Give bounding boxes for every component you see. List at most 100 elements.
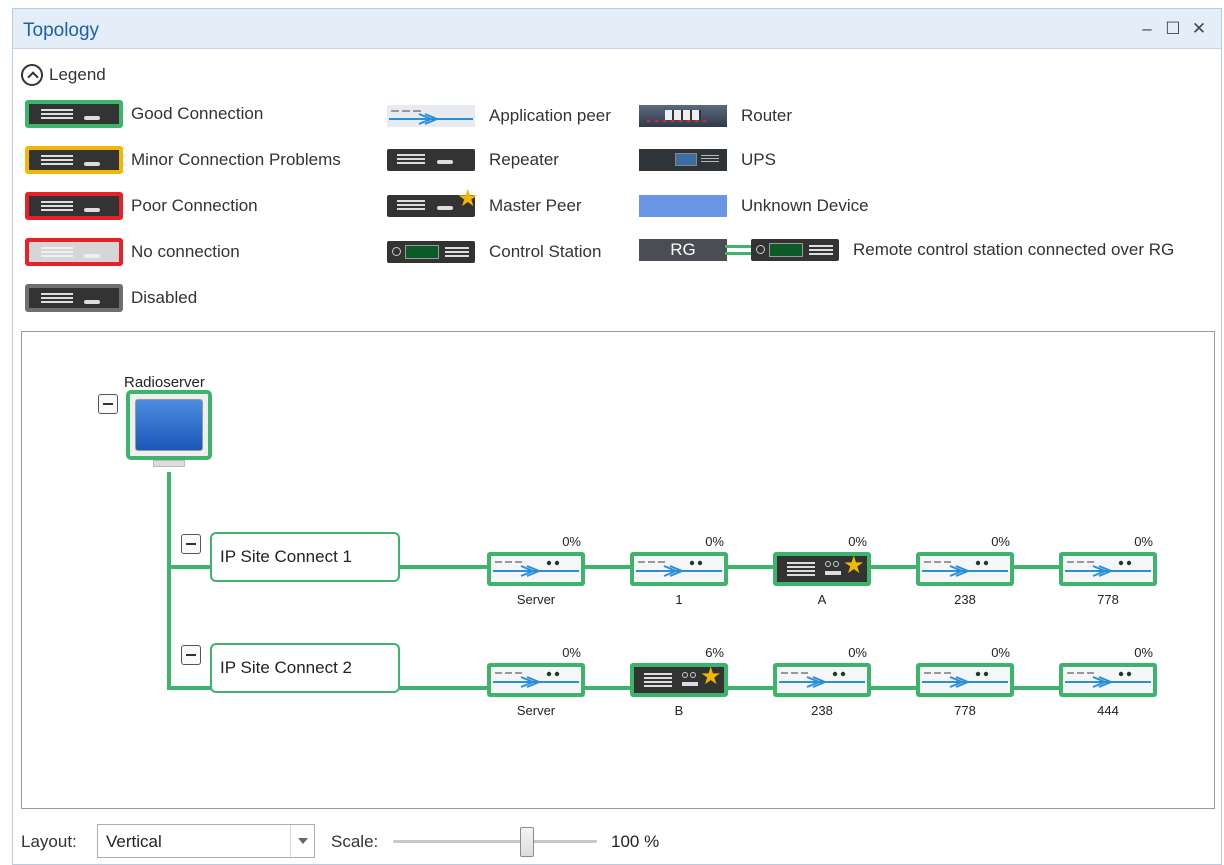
legend-poor: Poor Connection [25,191,258,221]
node-label: Server [516,703,556,718]
legend-ups-label: UPS [741,150,776,169]
radioserver-node[interactable] [126,390,212,470]
application-peer-icon [493,671,579,688]
node-percent: 0% [705,534,724,549]
node-percent: 0% [1134,645,1153,660]
node-label: 778 [954,703,976,718]
legend-repeater: Repeater [387,145,559,175]
layout-value: Vertical [106,832,162,851]
legend-minor: Minor Connection Problems [25,145,341,175]
application-peer-node[interactable] [487,663,585,697]
legend-unknown-label: Unknown Device [741,196,869,215]
repeater-icon [387,149,475,171]
branch-connector-2 [167,686,212,690]
rg-link-icon [725,245,753,255]
application-peer-icon [1065,671,1151,688]
site-node-1[interactable]: IP Site Connect 1 [210,532,400,582]
legend-toggle[interactable]: Legend [21,63,106,87]
node-percent: 0% [991,645,1010,660]
scale-slider-thumb[interactable] [520,827,534,857]
application-peer-node[interactable] [1059,663,1157,697]
application-peer-node[interactable] [916,552,1014,586]
application-peer-icon [387,105,475,127]
star-icon: ★ [457,185,479,212]
layout-select[interactable]: Vertical [97,824,315,858]
node-label: Server [516,592,556,607]
legend-router-label: Router [741,106,793,125]
chevron-up-icon [21,64,43,86]
application-peer-icon [1065,560,1151,577]
node-percent: 0% [848,534,867,549]
node-percent: 0% [1134,534,1153,549]
collapse-server-button[interactable] [98,394,118,414]
topology-canvas[interactable]: Radioserver IP Site Connect 1 IP Site Co… [21,331,1215,809]
legend-label: Legend [49,65,106,84]
unknown-device-icon [639,195,727,217]
scale-slider-track[interactable] [393,840,597,843]
legend-disabled-label: Disabled [131,288,198,307]
layout-label: Layout: [21,832,77,851]
legend-minor-label: Minor Connection Problems [131,150,341,169]
node-label: 238 [811,703,833,718]
legend-good-label: Good Connection [131,104,264,123]
application-peer-node[interactable] [1059,552,1157,586]
collapse-site-2-button[interactable] [181,645,201,665]
minor-problems-icon [25,146,123,174]
ups-icon [639,149,727,171]
application-peer-icon [636,560,722,577]
application-peer-icon [922,560,1008,577]
window-title: Topology [23,20,100,41]
master-peer-node[interactable]: ★ [773,552,871,586]
application-peer-node[interactable] [916,663,1014,697]
legend-repeater-label: Repeater [489,150,559,169]
legend-disabled: Disabled [25,283,197,313]
node-label: 238 [954,592,976,607]
legend-control-station: Control Station [387,237,601,267]
legend-none: No connection [25,237,240,267]
scale-label: Scale: [331,832,379,851]
node-percent: 0% [991,534,1010,549]
application-peer-icon [779,671,865,688]
application-peer-node[interactable] [487,552,585,586]
scale-value: 100 % [611,832,660,851]
legend-good: Good Connection [25,99,263,129]
star-icon: ★ [700,663,722,690]
control-station-icon [751,239,839,261]
router-icon [639,105,727,127]
minimize-icon[interactable]: – [1135,17,1159,41]
chevron-down-icon[interactable] [290,825,314,857]
application-peer-node[interactable] [773,663,871,697]
node-percent: 0% [562,645,581,660]
legend-master-peer: ★ Master Peer [387,187,582,221]
legend-app-peer: Application peer [387,101,611,131]
application-peer-icon [493,560,579,577]
legend-unknown: Unknown Device [639,191,869,221]
collapse-site-1-button[interactable] [181,534,201,554]
poor-connection-icon [25,192,123,220]
star-icon: ★ [843,552,865,579]
application-peer-node[interactable] [630,552,728,586]
topology-window: Topology – ☐ ✕ Legend Good Connection Mi… [12,8,1222,865]
node-percent: 0% [848,645,867,660]
legend-rcs-rg: RG Remote control station connected over… [639,235,1174,265]
branch-connector-1 [167,565,212,569]
master-peer-node[interactable]: ★ [630,663,728,697]
legend-master-peer-label: Master Peer [489,196,582,215]
legend-none-label: No connection [131,242,240,261]
close-icon[interactable]: ✕ [1187,17,1211,41]
maximize-icon[interactable]: ☐ [1161,17,1185,41]
disabled-icon [25,284,123,312]
node-label: 778 [1097,592,1119,607]
legend-poor-label: Poor Connection [131,196,258,215]
legend-app-peer-label: Application peer [489,106,611,125]
node-label: A [817,592,827,607]
good-connection-icon [25,100,123,128]
bottom-toolbar: Layout: Vertical Scale: 100 % [13,817,1223,865]
node-label: B [674,703,684,718]
node-percent: 0% [562,534,581,549]
trunk-connector [167,472,171,690]
legend-ups: UPS [639,145,776,175]
site-node-2[interactable]: IP Site Connect 2 [210,643,400,693]
title-bar: Topology – ☐ ✕ [13,9,1221,49]
legend-control-station-label: Control Station [489,242,602,261]
